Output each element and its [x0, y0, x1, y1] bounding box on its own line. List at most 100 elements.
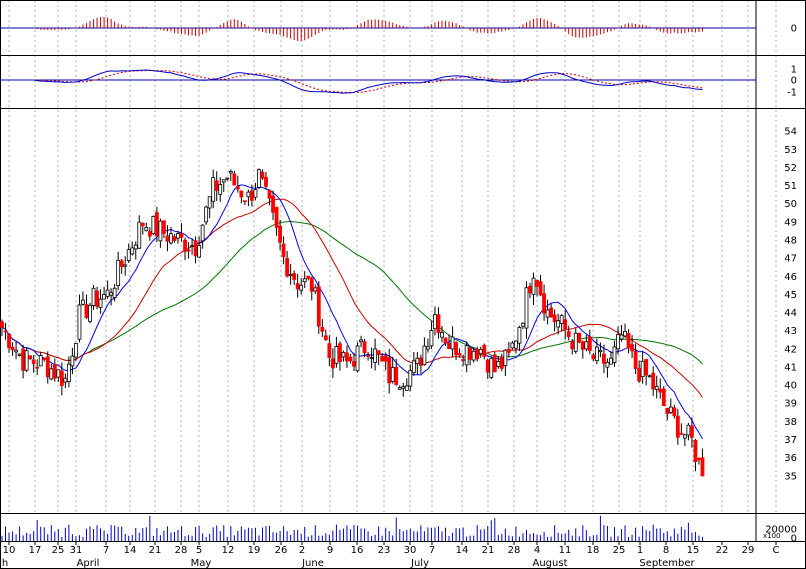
- candle-body: [383, 355, 388, 362]
- candle-body: [355, 345, 360, 372]
- candle-body: [193, 240, 198, 257]
- price-tick-label: 44: [784, 308, 797, 319]
- candle-body: [440, 332, 444, 338]
- candle-body: [556, 320, 561, 328]
- candle-body: [697, 458, 701, 461]
- candle-body: [239, 190, 244, 198]
- candle-body: [380, 355, 385, 362]
- price-tick-label: 36: [784, 453, 797, 464]
- price-tick-label: 51: [784, 181, 797, 192]
- candle-body: [250, 190, 254, 201]
- x-day-label: 15: [687, 545, 700, 556]
- candle-body: [665, 407, 670, 415]
- x-day-label: 21: [482, 545, 495, 556]
- macd-panel: [0, 69, 756, 94]
- candle-body: [176, 233, 180, 239]
- x-day-label: 25: [613, 545, 626, 556]
- candle-body: [144, 227, 149, 232]
- x-day-label: 12: [222, 545, 235, 556]
- candle-body: [651, 372, 656, 390]
- candle-body: [299, 284, 304, 291]
- x-day-label: 11: [559, 545, 572, 556]
- x-day-label: 14: [456, 545, 469, 556]
- volume-zero-label: 0: [791, 534, 797, 545]
- candle-body: [70, 355, 75, 367]
- candle-body: [302, 278, 307, 283]
- candle-body: [408, 370, 413, 387]
- candle-body: [457, 353, 462, 356]
- candle-body: [330, 358, 335, 369]
- candle-body: [626, 333, 631, 349]
- candle-body: [323, 335, 328, 341]
- candle-body: [140, 222, 145, 227]
- x-day-label: 16: [351, 545, 364, 556]
- candle-body: [42, 358, 47, 360]
- grid-lines: [8, 0, 777, 513]
- x-day-label: 14: [124, 545, 137, 556]
- candle-body: [98, 298, 103, 308]
- candle-body: [95, 290, 99, 307]
- candle-body: [271, 195, 275, 213]
- x-day-label: 2: [299, 545, 305, 556]
- candle-body: [679, 432, 684, 435]
- candle-body: [570, 341, 575, 350]
- candle-body: [35, 366, 40, 369]
- price-tick-label: 48: [784, 235, 797, 246]
- candle-body: [433, 314, 437, 330]
- candle-body: [506, 348, 511, 353]
- price-tick-label: 53: [784, 145, 797, 156]
- macd-tick-label: -1: [787, 88, 797, 99]
- candle-body: [102, 294, 106, 300]
- candle-body: [594, 346, 599, 361]
- candle-body: [7, 333, 11, 349]
- candle-body: [450, 336, 455, 350]
- candle-body: [313, 287, 318, 292]
- candle-body: [563, 319, 568, 330]
- candle-body: [422, 345, 427, 366]
- candle-body: [401, 386, 406, 389]
- candle-body: [514, 340, 518, 349]
- candle-body: [418, 357, 423, 366]
- candle-body: [116, 259, 121, 287]
- candle-body: [278, 225, 282, 243]
- x-day-label: 25: [52, 545, 65, 556]
- macd-tick-label: 0: [791, 76, 797, 87]
- x-month-label: May: [191, 558, 212, 569]
- candle-body: [197, 245, 202, 258]
- candle-body: [387, 357, 392, 384]
- candle-body: [0, 321, 4, 328]
- candle-body: [376, 350, 381, 356]
- candle-body: [334, 346, 339, 364]
- candle-body: [345, 352, 349, 362]
- candle-body: [14, 349, 18, 353]
- price-tick-label: 41: [784, 362, 797, 373]
- candle-body: [274, 206, 279, 228]
- candle-body: [281, 243, 286, 258]
- candle-body: [616, 334, 620, 350]
- x-day-label: 22: [716, 545, 729, 556]
- candle-body: [63, 377, 68, 383]
- x-day-label: 17: [29, 545, 42, 556]
- x-day-label: 7: [103, 545, 109, 556]
- candle-body: [602, 353, 606, 364]
- candle-body: [225, 177, 230, 180]
- price-tick-label: 49: [784, 217, 797, 228]
- candle-body: [242, 200, 247, 203]
- candle-body: [288, 273, 293, 276]
- stock-chart: 010-135363738394041424344454647484950515…: [0, 0, 806, 569]
- candle-body: [700, 457, 705, 477]
- ma-short-line: [1, 184, 703, 440]
- candle-body: [119, 260, 124, 268]
- candle-body: [295, 283, 300, 290]
- candle-body: [521, 322, 525, 327]
- candle-body: [577, 332, 582, 343]
- candle-body: [200, 224, 205, 242]
- x-day-label: 9: [327, 545, 333, 556]
- candle-body: [112, 287, 117, 298]
- candle-body: [221, 179, 226, 183]
- x-day-label: 1: [637, 545, 643, 556]
- candle-body: [482, 344, 487, 357]
- candle-body: [162, 220, 166, 234]
- candle-body: [109, 292, 114, 296]
- candle-body: [647, 375, 652, 378]
